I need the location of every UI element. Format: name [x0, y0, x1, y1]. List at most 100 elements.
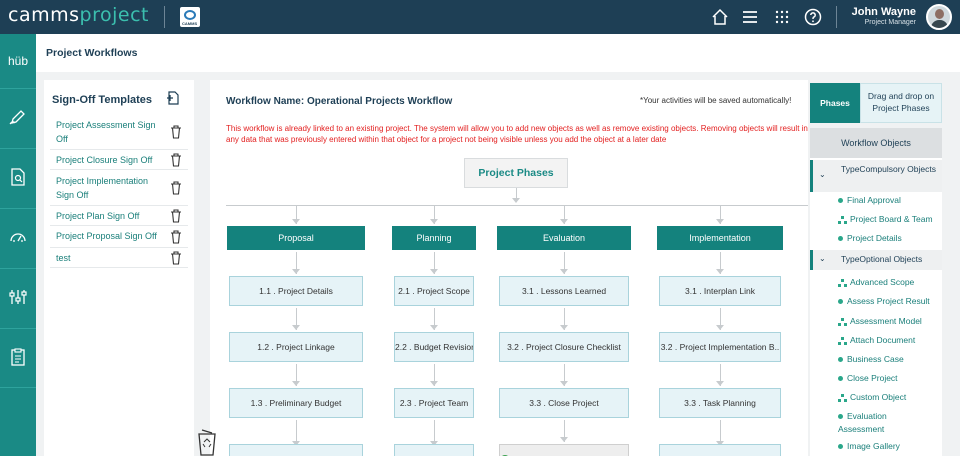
- workflow-object-label: Image Gallery: [847, 441, 900, 451]
- trash-icon[interactable]: [170, 125, 182, 139]
- tab-phases[interactable]: Phases: [810, 83, 860, 123]
- project-phases-node[interactable]: Project Phases: [464, 158, 568, 188]
- objects-group[interactable]: ⌄ TypeOptional Objects: [810, 250, 942, 270]
- workflow-object-item[interactable]: Evaluation Assessment: [810, 410, 914, 436]
- signoff-item-label[interactable]: Project Proposal Sign Off: [56, 229, 160, 243]
- workflow-task-label: 3.1 . Lessons Learned: [521, 286, 607, 296]
- home-icon[interactable]: [710, 8, 730, 31]
- trash-icon[interactable]: [170, 209, 182, 223]
- app-logo[interactable]: cammsproject: [8, 4, 149, 26]
- chevron-down-icon[interactable]: ⌄: [819, 170, 826, 179]
- workflow-object-item[interactable]: Project Board & Team: [810, 213, 942, 226]
- signoff-item[interactable]: Project Closure Sign Off: [50, 150, 188, 170]
- workflow-task[interactable]: 2.3 . Project Team: [394, 388, 474, 418]
- sidebar-item-reports[interactable]: [0, 148, 36, 208]
- workflow-task-placeholder[interactable]: [229, 444, 363, 456]
- phase-header[interactable]: Implementation: [657, 226, 783, 250]
- signoff-item[interactable]: Project Plan Sign Off: [50, 206, 188, 226]
- workflow-task-placeholder[interactable]: [659, 444, 781, 456]
- autosave-note: *Your activities will be saved automatic…: [640, 96, 792, 105]
- workflow-task[interactable]: 3.3 . Task Planning: [659, 388, 781, 418]
- phase-header[interactable]: Proposal: [227, 226, 365, 250]
- trash-icon[interactable]: [170, 181, 182, 195]
- workflow-object-label: Project Board & Team: [850, 214, 933, 224]
- tab-drag-drop[interactable]: Drag and drop on Project Phases: [860, 83, 942, 123]
- workflow-task[interactable]: 3.1 . Interplan Link: [659, 276, 781, 306]
- signoff-item[interactable]: Project Proposal Sign Off: [50, 226, 188, 248]
- connector-arrow: [716, 381, 724, 386]
- workflow-object-item[interactable]: Close Project: [810, 372, 942, 385]
- connector-arrow: [560, 269, 568, 274]
- menu-icon[interactable]: [740, 8, 760, 31]
- hub-logo[interactable]: hüb: [0, 54, 36, 68]
- workflow-task-label: 1.1 . Project Details: [259, 286, 333, 296]
- trash-icon[interactable]: [170, 230, 182, 244]
- sidebar-item-settings[interactable]: [0, 268, 36, 328]
- workflow-task-label: 3.3 . Task Planning: [684, 398, 756, 408]
- signoff-item-label[interactable]: Project Implementation Sign Off: [56, 174, 160, 202]
- workflow-task[interactable]: 3.2 . Project Implementation B..: [659, 332, 781, 362]
- workflow-task[interactable]: 3.1 . Lessons Learned: [499, 276, 629, 306]
- workflow-task[interactable]: 2.1 . Project Scope: [394, 276, 474, 306]
- signoff-item[interactable]: test: [50, 248, 188, 268]
- workflow-object-item[interactable]: Custom Object: [810, 391, 942, 404]
- workflow-object-item[interactable]: Final Approval: [810, 194, 942, 207]
- phase-header[interactable]: Planning: [392, 226, 476, 250]
- signoff-item-label[interactable]: Project Closure Sign Off: [56, 153, 160, 167]
- recycle-bin-icon[interactable]: [196, 428, 218, 456]
- chevron-down-icon[interactable]: ⌄: [819, 254, 826, 263]
- signoff-item[interactable]: Project Implementation Sign Off: [50, 170, 188, 206]
- workflow-canvas: Workflow Name: Operational Projects Work…: [210, 80, 808, 456]
- workflow-object-item[interactable]: Project Details: [810, 232, 942, 245]
- workflow-object-label: Business Case: [847, 354, 904, 364]
- sidebar-item-documents[interactable]: [0, 328, 36, 388]
- workflow-object-label: Final Approval: [847, 195, 901, 205]
- workflow-task-label: 1.2 . Project Linkage: [257, 342, 335, 352]
- trash-icon[interactable]: [170, 153, 182, 167]
- workflow-object-item[interactable]: Assessment Model: [810, 315, 942, 328]
- signoff-templates-panel: Sign-Off Templates Project Assessment Si…: [44, 80, 194, 456]
- user-name[interactable]: John Wayne: [842, 6, 916, 18]
- tree-icon: [838, 317, 847, 326]
- trash-icon[interactable]: [170, 251, 182, 265]
- signoff-item-label[interactable]: test: [56, 251, 160, 265]
- sidebar-item-dashboard[interactable]: [0, 208, 36, 268]
- signoff-item-label[interactable]: Project Plan Sign Off: [56, 209, 160, 223]
- workflow-task[interactable]: 1.3 . Preliminary Budget: [229, 388, 363, 418]
- workflow-task[interactable]: 3.3 . Close Project: [499, 388, 629, 418]
- tree-icon: [838, 215, 847, 224]
- workflow-task[interactable]: 3.2 . Project Closure Checklist: [499, 332, 629, 362]
- connector-arrow: [716, 269, 724, 274]
- add-template-icon[interactable]: [166, 91, 180, 105]
- connector-arrow: [512, 198, 520, 203]
- workflow-task-label: 2.3 . Project Team: [399, 398, 469, 408]
- workflow-object-item[interactable]: Image Gallery: [810, 440, 942, 453]
- workflow-object-item[interactable]: Attach Document: [810, 334, 942, 347]
- bullet-icon: [838, 198, 843, 204]
- workflow-object-item[interactable]: Business Case: [810, 353, 942, 366]
- workflow-task[interactable]: 2.2 . Budget Revision: [394, 332, 474, 362]
- workflow-objects-panel: Workflow Objects ⌄ TypeCompulsory Objects…: [810, 128, 942, 456]
- help-icon[interactable]: [803, 8, 823, 31]
- signoff-item[interactable]: Project Assessment Sign Off: [50, 114, 188, 150]
- page-title: Project Workflows: [46, 47, 138, 59]
- pencil-icon: [9, 110, 25, 125]
- phase-header[interactable]: Evaluation: [497, 226, 631, 250]
- signoff-item-label[interactable]: Project Assessment Sign Off: [56, 118, 160, 146]
- bullet-icon: [838, 376, 843, 382]
- workflow-task[interactable]: ✓3.3.1 . Project Closure Sign Off: [499, 444, 629, 456]
- apps-grid-icon[interactable]: [772, 8, 792, 31]
- bullet-icon: [838, 299, 843, 305]
- workflow-object-label: Assess Project Result: [847, 296, 930, 306]
- workflow-object-label: Advanced Scope: [850, 277, 915, 287]
- workflow-object-item[interactable]: Advanced Scope: [810, 276, 942, 289]
- workflow-task[interactable]: 1.2 . Project Linkage: [229, 332, 363, 362]
- connector-arrow: [560, 437, 568, 442]
- objects-group[interactable]: ⌄ TypeCompulsory Objects: [810, 160, 942, 192]
- workflow-task[interactable]: 1.1 . Project Details: [229, 276, 363, 306]
- sidebar-item-edit[interactable]: [0, 88, 36, 148]
- workflow-object-item[interactable]: Assess Project Result: [810, 295, 942, 308]
- connector-arrow: [292, 325, 300, 330]
- avatar[interactable]: [926, 4, 952, 30]
- workflow-task-placeholder[interactable]: [394, 444, 474, 456]
